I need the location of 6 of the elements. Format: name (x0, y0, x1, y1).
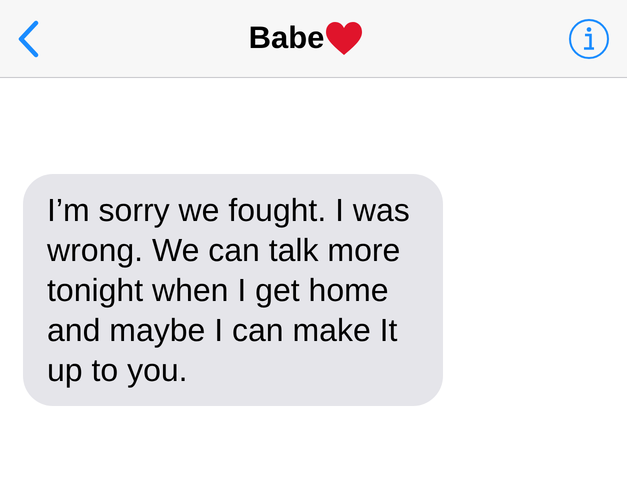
chevron-left-icon (16, 20, 40, 58)
contact-name: Babe (248, 19, 324, 58)
heart-icon (324, 20, 364, 56)
info-button[interactable] (567, 16, 611, 60)
info-icon (568, 18, 610, 60)
message-bubble: I’m sorry we fought. I was wrong. We can talk more tonight when I get home and maybe I can make It up to you. (23, 174, 443, 406)
